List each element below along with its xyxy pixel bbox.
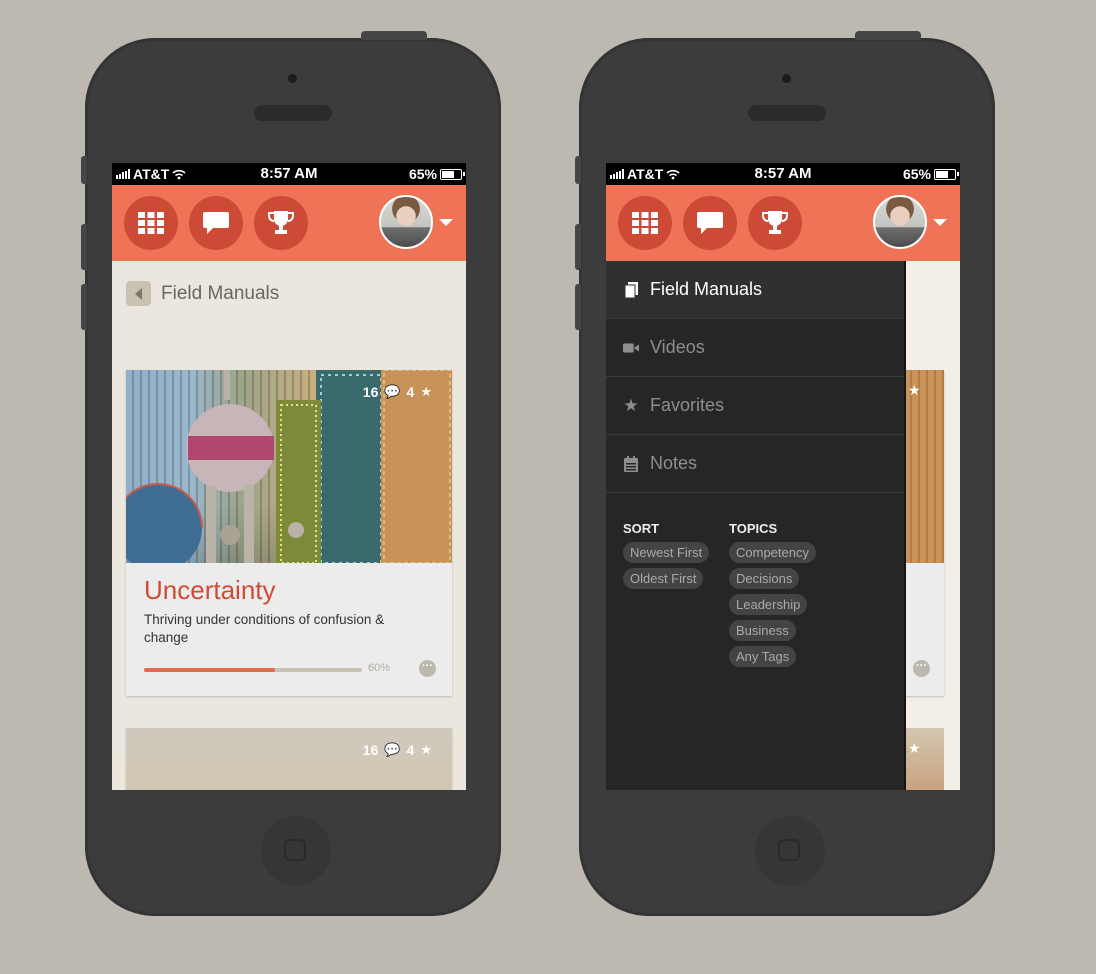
speech-bubble-icon xyxy=(697,212,723,234)
star-icon: ★ xyxy=(420,742,432,757)
back-button[interactable] xyxy=(126,281,151,306)
more-options-button[interactable]: ··· xyxy=(913,660,930,677)
breadcrumb: Field Manuals xyxy=(126,281,279,306)
screen: AT&T 8:57 AM 65% Field Manuals 16 💬 4 ★ … xyxy=(112,163,466,790)
progress-bar xyxy=(144,668,362,672)
favorite-count: 4 xyxy=(406,384,415,400)
menu-item-notes[interactable]: Notes xyxy=(606,435,904,493)
progress-fill xyxy=(144,668,275,672)
home-button[interactable] xyxy=(261,816,331,886)
trophy-icon xyxy=(762,211,788,234)
top-nav-bar xyxy=(606,185,960,261)
power-button xyxy=(361,31,427,40)
grid-button[interactable] xyxy=(618,196,672,250)
phone-right: AT&T 8:57 AM 65% ★ ··· ★ Field Manuals V… xyxy=(575,31,995,916)
grid-icon xyxy=(138,212,164,234)
avatar[interactable] xyxy=(873,195,927,249)
topic-tag-business[interactable]: Business xyxy=(729,620,796,641)
topic-tag-decisions[interactable]: Decisions xyxy=(729,568,800,589)
power-button xyxy=(855,31,921,40)
battery-percent: 65% xyxy=(408,166,437,182)
topics-section: TOPICS Competency Decisions Leadership B… xyxy=(729,521,816,672)
notepad-icon xyxy=(623,455,639,472)
achievements-button[interactable] xyxy=(254,196,308,250)
battery-status: 65% xyxy=(902,166,959,182)
comment-icon: 💬 xyxy=(384,384,401,399)
volume-up-button xyxy=(575,224,581,270)
card-description: Thriving under conditions of confusion &… xyxy=(144,612,385,645)
screen: AT&T 8:57 AM 65% ★ ··· ★ Field Manuals V… xyxy=(606,163,960,790)
manual-card-peek: ★ ··· xyxy=(904,370,944,696)
home-button[interactable] xyxy=(755,816,825,886)
star-icon: ★ xyxy=(908,382,921,398)
menu-item-label: Field Manuals xyxy=(650,279,763,299)
top-nav-bar xyxy=(112,185,466,261)
star-icon: ★ xyxy=(623,395,639,415)
battery-icon xyxy=(934,168,959,180)
card-stats: 16 💬 4 ★ xyxy=(363,384,432,400)
comment-count: 16 xyxy=(362,384,379,400)
mute-switch xyxy=(575,156,581,184)
topic-tag-leadership[interactable]: Leadership xyxy=(729,594,808,615)
progress-label: 60% xyxy=(368,662,391,674)
phone-left: AT&T 8:57 AM 65% Field Manuals 16 💬 4 ★ … xyxy=(81,31,501,916)
status-bar: AT&T 8:57 AM 65% xyxy=(112,163,466,185)
sort-section: SORT Newest First Oldest First xyxy=(623,521,710,594)
achievements-button[interactable] xyxy=(748,196,802,250)
more-options-button[interactable]: ··· xyxy=(419,660,436,677)
chat-button[interactable] xyxy=(683,196,737,250)
chevron-down-icon[interactable] xyxy=(933,219,947,226)
trophy-icon xyxy=(268,211,294,234)
comment-icon: 💬 xyxy=(384,742,401,757)
sort-option-newest[interactable]: Newest First xyxy=(623,542,710,563)
menu-item-label: Notes xyxy=(650,453,698,473)
mute-switch xyxy=(81,156,87,184)
volume-down-button xyxy=(575,284,581,330)
star-icon: ★ xyxy=(420,384,432,399)
menu-item-label: Videos xyxy=(650,337,705,357)
manual-card[interactable]: 16 💬 4 ★ Uncertainty Thriving under cond… xyxy=(126,370,452,696)
earpiece-speaker xyxy=(748,105,826,121)
topic-tag-competency[interactable]: Competency xyxy=(729,542,816,563)
menu-item-field-manuals[interactable]: Field Manuals xyxy=(606,261,904,319)
topic-tag-any-tags[interactable]: Any Tags xyxy=(729,646,797,667)
sort-option-oldest[interactable]: Oldest First xyxy=(623,568,704,589)
front-camera xyxy=(782,74,791,83)
comment-count: 16 xyxy=(362,742,379,758)
page-title: Field Manuals xyxy=(161,282,280,304)
card-image xyxy=(126,728,452,790)
menu-item-videos[interactable]: Videos xyxy=(606,319,904,377)
card-stats: 16 💬 4 ★ xyxy=(363,742,432,758)
battery-status: 65% xyxy=(408,166,465,182)
volume-down-button xyxy=(81,284,87,330)
manual-card-peek: ★ xyxy=(904,728,944,790)
chat-button[interactable] xyxy=(189,196,243,250)
avatar[interactable] xyxy=(379,195,433,249)
document-icon xyxy=(623,281,639,298)
side-menu: Field Manuals Videos ★ Favorites Notes S… xyxy=(606,261,906,790)
battery-icon xyxy=(440,168,465,180)
grid-button[interactable] xyxy=(124,196,178,250)
grid-icon xyxy=(632,212,658,234)
earpiece-speaker xyxy=(254,105,332,121)
menu-item-label: Favorites xyxy=(650,395,725,415)
menu-item-favorites[interactable]: ★ Favorites xyxy=(606,377,904,435)
manual-card[interactable]: 16 💬 4 ★ xyxy=(126,728,452,790)
chevron-down-icon[interactable] xyxy=(439,219,453,226)
sort-heading: SORT xyxy=(623,521,660,536)
favorite-count: 4 xyxy=(406,742,415,758)
star-icon: ★ xyxy=(908,740,921,756)
volume-up-button xyxy=(81,224,87,270)
card-title: Uncertainty xyxy=(144,575,276,605)
status-bar: AT&T 8:57 AM 65% xyxy=(606,163,960,185)
topics-heading: TOPICS xyxy=(729,521,778,536)
battery-percent: 65% xyxy=(902,166,931,182)
front-camera xyxy=(288,74,297,83)
speech-bubble-icon xyxy=(203,212,229,234)
video-camera-icon xyxy=(623,340,639,356)
